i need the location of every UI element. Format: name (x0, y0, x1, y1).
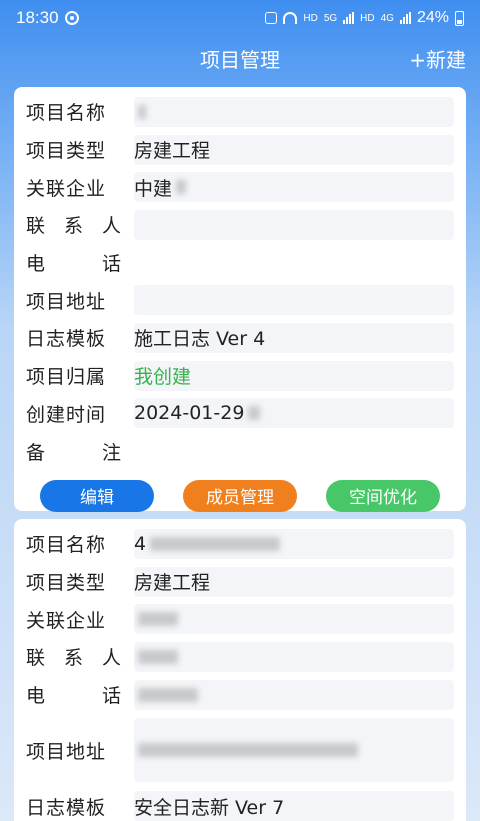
label-phone: 电话 (26, 685, 122, 708)
value-remark (134, 436, 454, 466)
field-row-contact: 联系人 (26, 206, 454, 244)
value-contact (134, 641, 454, 672)
label-project-name: 项目名称 (26, 102, 107, 125)
label-template: 日志模板 (26, 328, 107, 351)
value-contact (134, 209, 454, 240)
app-notification-icon (265, 12, 278, 24)
net-label-2: 4G (380, 12, 394, 24)
signal-icon-2 (399, 12, 411, 24)
net-label-1: 5G (323, 12, 338, 24)
field-row-created: 创建时间 2024-01-29 (26, 395, 454, 433)
new-project-button[interactable]: +新建 (409, 44, 466, 73)
signal-icon-1 (343, 12, 355, 24)
field-row-company: 关联企业 (26, 600, 454, 638)
field-row-type: 项目类型 房建工程 (26, 563, 454, 601)
status-bar: 18:30 HD 5G HD 4G 24% (0, 0, 480, 36)
value-company (134, 604, 454, 635)
value-address (134, 285, 454, 316)
label-owner: 项目归属 (26, 366, 107, 389)
field-row-company: 关联企业 中建 (26, 168, 454, 206)
label-address: 项目地址 (26, 740, 107, 763)
field-row-name: 项目名称 4 (26, 525, 454, 563)
value-template: 施工日志 Ver 4 (134, 322, 454, 353)
label-project-type: 项目类型 (26, 140, 107, 163)
battery-icon (455, 10, 464, 26)
field-row-owner: 项目归属 我创建 (26, 357, 454, 395)
field-row-contact: 联系人 (26, 638, 454, 676)
label-company: 关联企业 (26, 609, 107, 632)
label-created: 创建时间 (26, 403, 107, 426)
value-project-name: 4 (134, 528, 454, 559)
status-time: 18:30 (16, 8, 59, 27)
field-row-template: 日志模板 安全日志新 Ver 7 (26, 787, 454, 821)
value-project-type: 房建工程 (134, 134, 454, 165)
label-contact: 联系人 (26, 215, 122, 238)
field-row-address: 项目地址 (26, 281, 454, 319)
redacted-text (176, 180, 187, 195)
project-card[interactable]: 项目名称 项目类型 房建工程 关联企业 中建 联系人 电话 项目地址 日志模板 … (14, 87, 466, 512)
page-title: 项目管理 (200, 47, 280, 72)
battery-percent: 24% (416, 9, 449, 26)
field-row-name: 项目名称 (26, 93, 454, 131)
space-optimize-button[interactable]: 空间优化 (326, 479, 440, 512)
hd-label-1: HD (303, 12, 318, 24)
redacted-text (138, 649, 178, 664)
field-row-type: 项目类型 房建工程 (26, 131, 454, 169)
value-address (134, 718, 454, 783)
hd-label-2: HD (360, 12, 375, 24)
edit-button[interactable]: 编辑 (40, 479, 154, 512)
field-row-address: 项目地址 (26, 713, 454, 787)
value-project-name (134, 96, 454, 127)
label-contact: 联系人 (26, 647, 122, 670)
value-phone (134, 679, 454, 710)
label-project-type: 项目类型 (26, 572, 107, 595)
card-actions: 编辑 成员管理 空间优化 (26, 470, 454, 512)
label-address: 项目地址 (26, 290, 107, 313)
redacted-text (248, 406, 261, 421)
value-owner: 我创建 (134, 360, 454, 391)
label-phone: 电话 (26, 253, 122, 276)
value-project-type: 房建工程 (134, 566, 454, 597)
label-template: 日志模板 (26, 796, 107, 819)
value-company: 中建 (134, 172, 454, 203)
project-card[interactable]: 项目名称 4 项目类型 房建工程 关联企业 联系人 电话 项目地址 日志模板 安… (14, 519, 466, 821)
app-header: 项目管理 +新建 (0, 36, 480, 80)
label-company: 关联企业 (26, 177, 107, 200)
cast-icon (64, 11, 79, 25)
value-phone (134, 248, 454, 278)
field-row-remark: 备注 (26, 432, 454, 470)
redacted-text (138, 104, 146, 119)
redacted-text (138, 612, 178, 627)
status-indicators: HD 5G HD 4G 24% (265, 9, 464, 27)
redacted-text (138, 743, 358, 758)
hotspot-icon (283, 12, 298, 24)
field-row-phone: 电话 (26, 244, 454, 282)
redacted-text (138, 687, 198, 702)
label-remark: 备注 (26, 441, 122, 464)
redacted-text (150, 536, 281, 551)
field-row-phone: 电话 (26, 676, 454, 714)
member-management-button[interactable]: 成员管理 (183, 479, 297, 512)
label-project-name: 项目名称 (26, 534, 107, 557)
field-row-template: 日志模板 施工日志 Ver 4 (26, 319, 454, 357)
value-created: 2024-01-29 (134, 398, 454, 429)
value-template: 安全日志新 Ver 7 (134, 791, 454, 821)
